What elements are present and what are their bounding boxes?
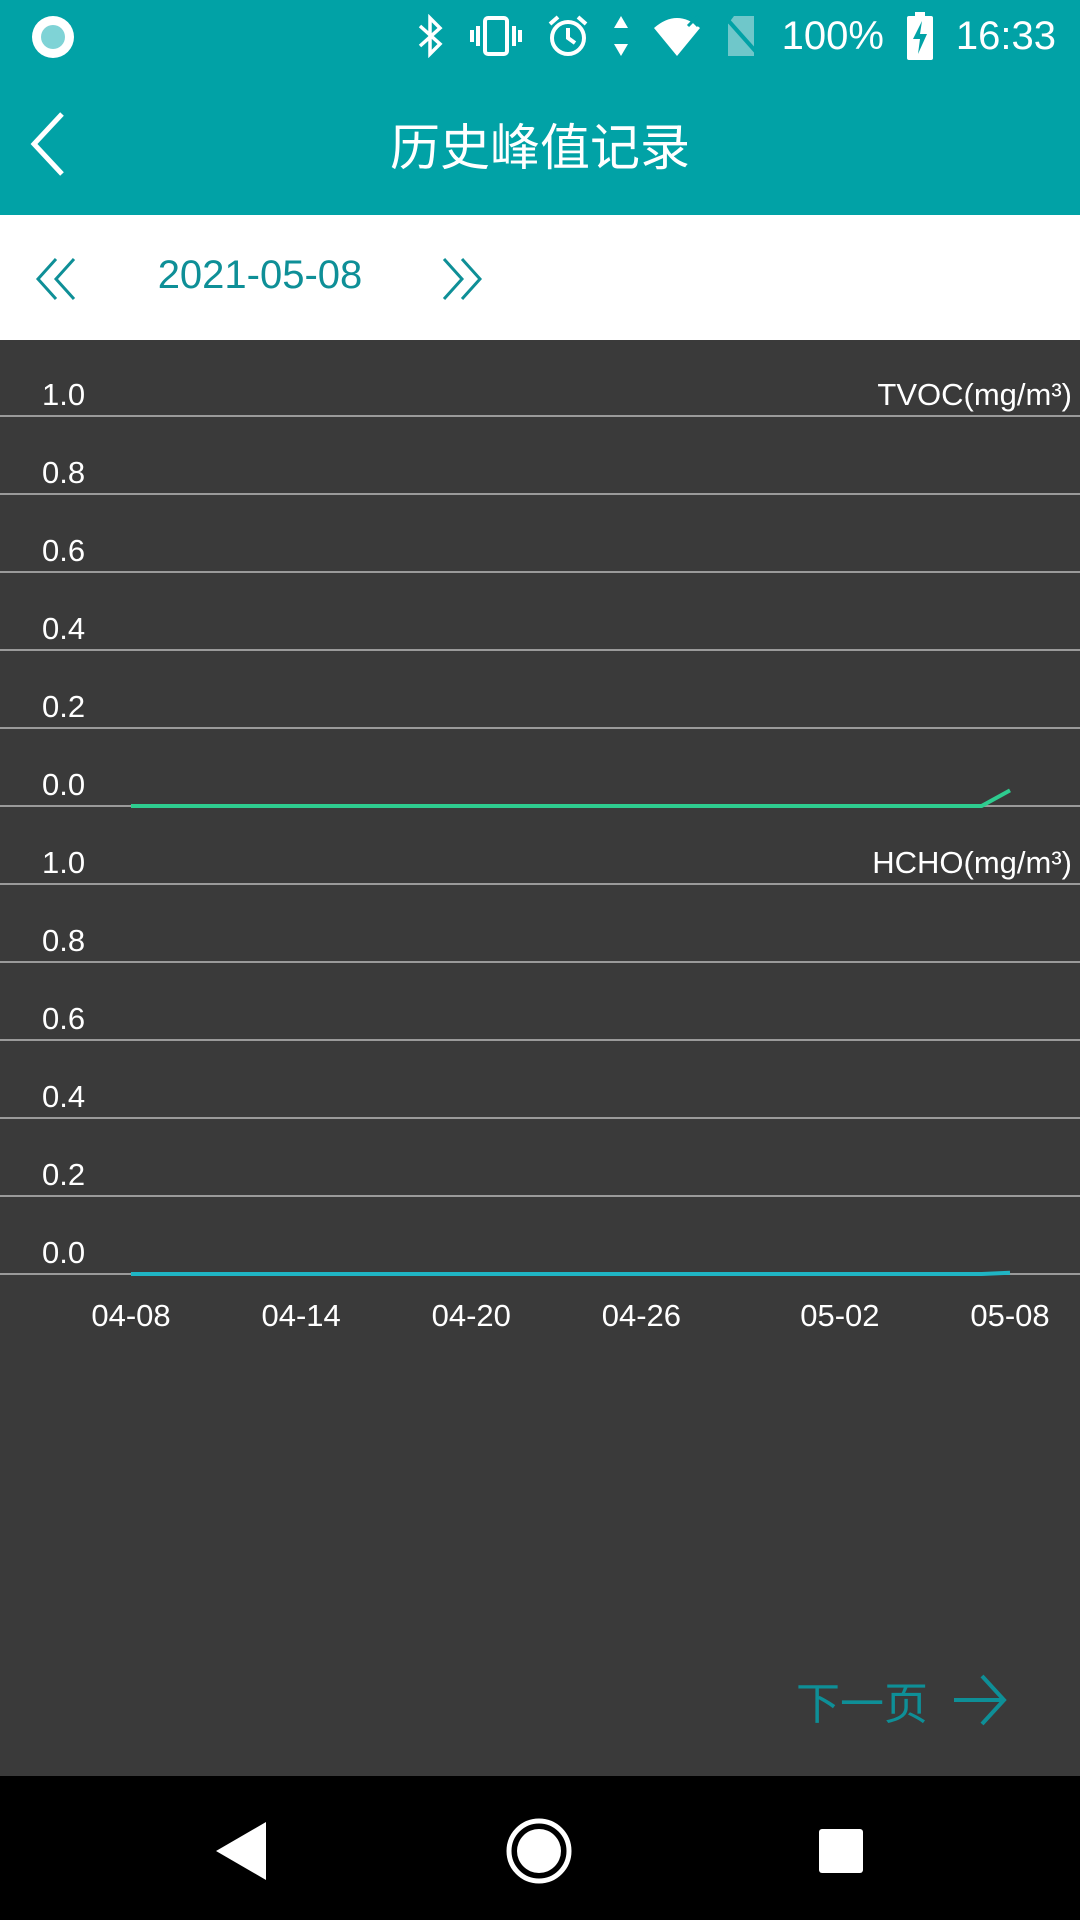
clock: 16:33 (955, 13, 1056, 58)
x-tick-label: 05-08 (970, 1298, 1049, 1333)
y-tick-label: 0.8 (42, 923, 85, 958)
alarm-icon (548, 15, 587, 56)
status-icons: 100% 16:33 (416, 8, 1056, 64)
double-chevron-left-icon[interactable] (30, 249, 90, 309)
status-bar: 100% 16:33 (0, 0, 1080, 72)
x-tick-label: 04-08 (91, 1298, 170, 1333)
no-sim-icon (724, 16, 760, 56)
y-tick-label: 0.0 (42, 767, 85, 802)
series-line (131, 788, 1011, 808)
nav-back-icon[interactable] (210, 1816, 280, 1886)
app-notification-icon (32, 16, 74, 58)
nav-recents-icon[interactable] (806, 1816, 876, 1886)
double-chevron-right-icon[interactable] (430, 249, 490, 309)
battery-charging-icon (906, 12, 933, 60)
battery-level: 100% (781, 13, 884, 58)
navigation-bar (0, 1776, 1080, 1920)
next-page-button[interactable]: 下一页 (796, 1660, 1008, 1740)
x-tick-label: 05-02 (800, 1298, 879, 1333)
vibrate-icon (469, 16, 522, 56)
y-tick-label: 0.8 (42, 455, 85, 490)
wifi-icon (653, 14, 700, 56)
y-tick-label: 1.0 (42, 377, 85, 412)
page-title: 历史峰值记录 (390, 119, 690, 177)
arrow-right-icon (954, 1674, 1007, 1726)
peak-history-charts: 1.0 0.8 0.6 0.4 0.2 0.0 TVOC(mg/m³) 1.0 0.8 0.6 0.… (0, 377, 1080, 1333)
bluetooth-icon (418, 14, 443, 58)
y-tick-label: 0.6 (42, 533, 85, 568)
y-tick-label: 0.2 (42, 689, 85, 724)
unit-label: HCHO(mg/m³) (872, 845, 1072, 880)
x-tick-label: 04-20 (432, 1298, 511, 1333)
app-bar: 历史峰值记录 (0, 72, 1080, 215)
y-tick-label: 0.4 (42, 611, 85, 646)
y-tick-label: 0.4 (42, 1079, 85, 1114)
next-page-label: 下一页 (796, 1679, 928, 1730)
y-tick-label: 1.0 (42, 845, 85, 880)
chart-area: 1.0 0.8 0.6 0.4 0.2 0.0 TVOC(mg/m³) 1.0 0.8 0.6 0.… (0, 340, 1080, 1776)
y-tick-label: 0.6 (42, 1001, 85, 1036)
data-arrows-icon (613, 16, 628, 56)
date-bar: 2021-05-08 (0, 215, 1080, 340)
y-tick-label: 0.0 (42, 1235, 85, 1270)
nav-home-icon[interactable] (504, 1816, 574, 1886)
unit-label: TVOC(mg/m³) (877, 377, 1072, 412)
selected-date[interactable]: 2021-05-08 (120, 253, 400, 298)
series-line (131, 1270, 1011, 1276)
y-tick-label: 0.2 (42, 1157, 85, 1192)
x-tick-label: 04-14 (261, 1298, 340, 1333)
x-tick-label: 04-26 (602, 1298, 681, 1333)
